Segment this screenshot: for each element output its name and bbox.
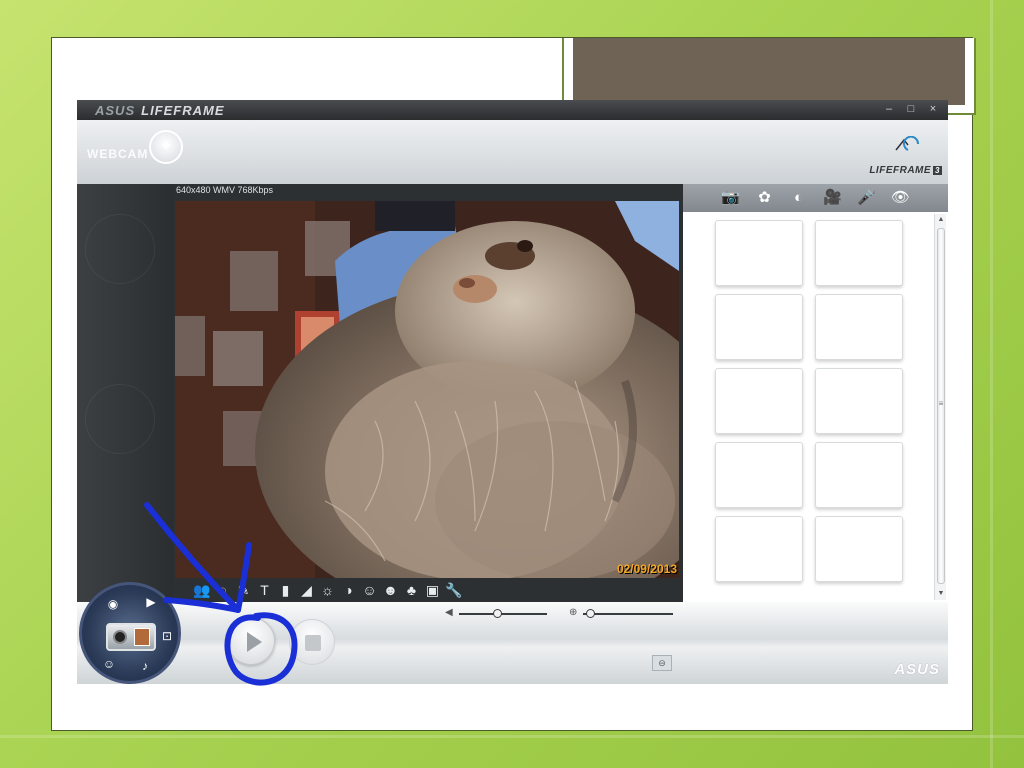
sticker-effect-icon[interactable]: ▮: [277, 582, 294, 599]
camera-mode-icon[interactable]: ⊡: [154, 625, 180, 647]
lifeframe-logo-icon: [895, 136, 920, 151]
lifeframe-window: ASUS LIFEFRAME – □ × WEBCAM ✦ LIFEFRAME 3 …: [77, 100, 948, 684]
asus-logo: ASUS: [894, 661, 940, 678]
video-camera-mode-icon[interactable]: [106, 623, 156, 651]
lifeframe-logo-text: LIFEFRAME 3: [869, 165, 942, 176]
lifeframe-brand-text: LIFEFRAME: [141, 103, 225, 118]
close-button[interactable]: ×: [926, 102, 940, 116]
thumbnail-slot[interactable]: [815, 442, 903, 508]
play-mode-icon[interactable]: ▶: [138, 591, 164, 613]
thumbnail-grid: [715, 220, 903, 582]
decor-circle: [85, 384, 155, 454]
snapshot-button[interactable]: ⊖: [652, 655, 672, 671]
video-area: 640x480 WMV 768Kbps 02/09/2013 👥 ◌ ✎ T ▮…: [173, 184, 683, 602]
cat-image: [175, 201, 679, 578]
asus-brand-text: ASUS: [95, 103, 136, 118]
scrollbar-thumb[interactable]: ≡: [937, 228, 945, 584]
brush-effect-icon[interactable]: ✎: [235, 582, 252, 599]
speaker-icon: ◀: [445, 607, 453, 618]
color-blend-icon[interactable]: ♣: [403, 582, 420, 599]
media-panel-tabs: 📷 ✿ ◐ 🎥 🎤 👁: [683, 184, 948, 212]
people-effect-icon[interactable]: 👥: [193, 582, 210, 599]
webcam-mode-button[interactable]: ✦: [149, 130, 183, 164]
app-header: WEBCAM ✦ LIFEFRAME 3: [77, 120, 948, 184]
contrast-icon[interactable]: ◑: [340, 582, 357, 599]
zoom-icon: ⊕: [569, 607, 578, 618]
background-stripe: [990, 0, 993, 768]
zoom-knob[interactable]: [586, 609, 596, 618]
photo-frame-icon[interactable]: ▣: [424, 582, 441, 599]
effects-toolbar: 👥 ◌ ✎ T ▮ ◢ ☼ ◑ ☺ ☻ ♣ ▣ 🔧: [193, 579, 462, 601]
brightness-icon[interactable]: ☼: [319, 582, 336, 599]
webcam-preview: 02/09/2013: [175, 201, 679, 578]
volume-slider[interactable]: ◀: [445, 607, 549, 619]
scroll-up-arrow-icon[interactable]: ▲: [935, 214, 947, 226]
zoom-slider[interactable]: ⊕: [569, 607, 675, 619]
background-stripe: [0, 735, 1024, 738]
play-icon: [247, 632, 262, 652]
contrast-ramp-icon[interactable]: ◢: [298, 582, 315, 599]
minimize-button[interactable]: –: [882, 102, 896, 116]
face-tab-icon[interactable]: ◐: [788, 188, 810, 208]
thumbnail-slot[interactable]: [715, 442, 803, 508]
scroll-down-arrow-icon[interactable]: ▼: [935, 588, 947, 600]
date-stamp: 02/09/2013: [616, 562, 677, 576]
thumbnail-slot[interactable]: [715, 516, 803, 582]
thumbnail-slot[interactable]: [715, 294, 803, 360]
thumbnail-slot[interactable]: [715, 220, 803, 286]
emoticon-icon[interactable]: ☻: [382, 582, 399, 599]
volume-track: [459, 613, 547, 615]
frame-effect-icon[interactable]: ◌: [214, 582, 231, 599]
resolution-info: 640x480 WMV 768Kbps: [176, 185, 274, 195]
media-panel: 📷 ✿ ◐ 🎥 🎤 👁 ▲ ≡ ▼: [683, 184, 948, 602]
stop-button[interactable]: [289, 619, 335, 665]
text-effect-icon[interactable]: T: [256, 582, 273, 599]
play-button[interactable]: [227, 617, 275, 665]
decor-circle: [85, 214, 155, 284]
thumbnail-slot[interactable]: [815, 294, 903, 360]
slide-title-block: [573, 38, 965, 105]
logo-version: 3: [933, 166, 942, 175]
volume-knob[interactable]: [492, 609, 502, 618]
logo-name: LIFEFRAME: [869, 165, 932, 176]
face-mask-icon[interactable]: ☺: [361, 582, 378, 599]
eye-tab-icon[interactable]: 👁: [890, 188, 912, 208]
lifeframe-logo: LIFEFRAME 3: [862, 136, 942, 176]
wrench-icon[interactable]: 🔧: [445, 582, 462, 599]
video-camera-tab-icon[interactable]: 🎥: [822, 188, 844, 208]
microphone-tab-icon[interactable]: 🎤: [856, 188, 878, 208]
mode-wheel[interactable]: ◉ ▶ ⊡ ♪ ☺: [79, 582, 181, 684]
zoom-track: [583, 613, 673, 615]
camera-lens: [113, 630, 127, 644]
mic-mode-icon[interactable]: ♪: [132, 655, 158, 677]
camera-tab-icon[interactable]: 📷: [720, 188, 742, 208]
control-bar: ◀ ⊕ ASUS: [77, 602, 948, 684]
window-titlebar: ASUS LIFEFRAME – □ ×: [77, 100, 948, 120]
thumbnail-scrollbar[interactable]: ▲ ≡ ▼: [934, 214, 946, 600]
maximize-button[interactable]: □: [904, 102, 918, 116]
app-brand: ASUS LIFEFRAME: [95, 103, 225, 118]
scrollbar-grip-icon: ≡: [938, 399, 944, 408]
window-controls: – □ ×: [882, 102, 940, 116]
stop-icon: [305, 635, 321, 651]
effects-tab-icon[interactable]: ✿: [754, 188, 776, 208]
thumbnail-slot[interactable]: [815, 220, 903, 286]
webcam-label: WEBCAM: [87, 147, 149, 161]
eye-mode-icon[interactable]: ◉: [100, 593, 126, 615]
face-mode-icon[interactable]: ☺: [96, 653, 122, 675]
thumbnail-slot[interactable]: [815, 516, 903, 582]
thumbnail-slot[interactable]: [815, 368, 903, 434]
thumbnail-slot[interactable]: [715, 368, 803, 434]
left-decor-strip: [77, 184, 173, 602]
camera-preview-face: [134, 628, 150, 646]
